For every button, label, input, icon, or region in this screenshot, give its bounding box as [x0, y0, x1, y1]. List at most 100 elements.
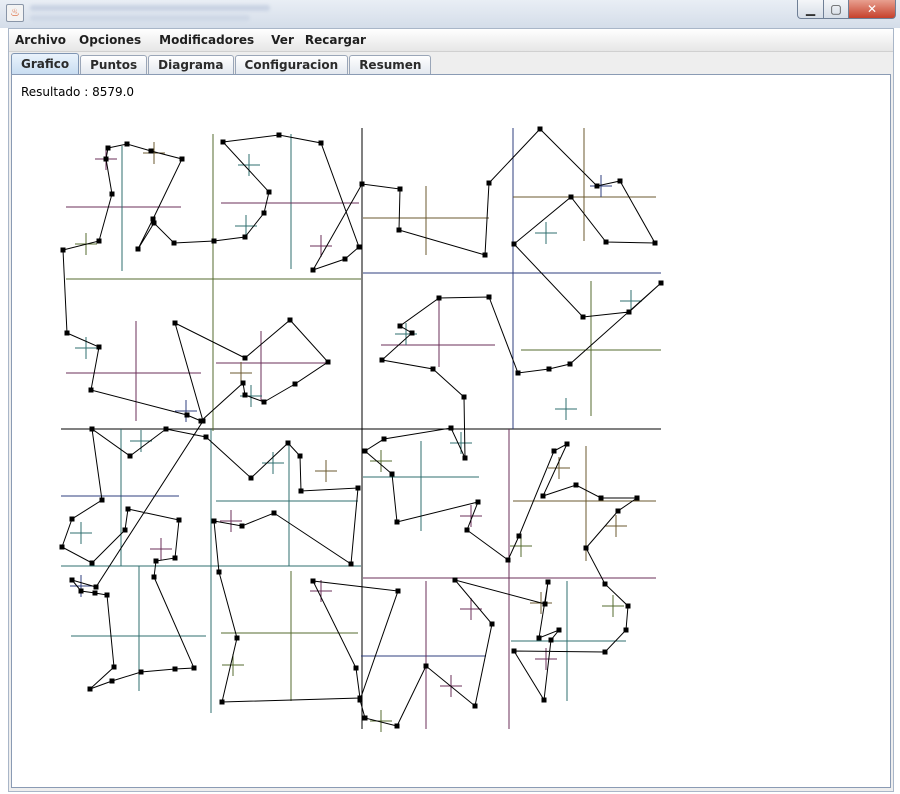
route-point-106	[172, 555, 178, 561]
route-point-98	[89, 426, 95, 432]
route-point-113	[87, 686, 93, 692]
route-point-20	[396, 227, 402, 233]
route-point-62	[625, 603, 631, 609]
route-point-137	[103, 156, 109, 162]
tab-diagrama[interactable]: Diagrama	[148, 55, 234, 74]
route-point-122	[242, 355, 248, 361]
route-point-87	[239, 523, 245, 529]
route-point-18	[359, 181, 365, 187]
route-point-125	[292, 381, 298, 387]
minimize-button[interactable]: ▁	[797, 0, 824, 19]
route-point-43	[462, 455, 468, 461]
route-point-48	[394, 519, 400, 525]
close-button[interactable]: ✕	[849, 0, 896, 19]
tab-puntos[interactable]: Puntos	[80, 55, 148, 74]
route-point-112	[109, 678, 115, 684]
route-point-52	[516, 533, 522, 539]
route-point-116	[92, 590, 98, 596]
route-point-41	[430, 366, 436, 372]
route-point-14	[318, 140, 324, 146]
menu-ver[interactable]: Ver	[266, 33, 299, 47]
menu-bar: Archivo Opciones Modificadores Ver Recar…	[9, 29, 893, 52]
maximize-button[interactable]: ▢	[824, 0, 849, 19]
route-point-6	[151, 220, 157, 226]
window-client-area: Archivo Opciones Modificadores Ver Recar…	[8, 28, 894, 792]
route-point-42	[461, 394, 467, 400]
route-point-54	[564, 441, 570, 447]
tab-strip: Grafico Puntos Diagrama Configuracion Re…	[11, 53, 432, 74]
route-point-129	[198, 418, 204, 424]
java-cup-icon: ♨	[6, 4, 24, 22]
route-point-65	[511, 648, 517, 654]
route-point-23	[537, 126, 543, 132]
route-point-76	[394, 723, 400, 729]
route-point-85	[216, 569, 222, 575]
route-point-67	[548, 637, 554, 643]
route-point-40	[379, 357, 385, 363]
route-point-108	[151, 574, 157, 580]
route-point-138	[105, 145, 111, 151]
route-point-68	[556, 627, 562, 633]
route-point-2	[148, 148, 154, 154]
route-point-1	[124, 141, 130, 147]
menu-archivo[interactable]: Archivo	[10, 33, 71, 47]
route-point-44	[448, 425, 454, 431]
route-point-97	[127, 453, 133, 459]
route-point-12	[220, 139, 226, 145]
route-point-30	[580, 314, 586, 320]
route-point-9	[242, 234, 248, 240]
route-point-32	[658, 280, 664, 286]
route-point-66	[541, 697, 547, 703]
route-point-131	[88, 387, 94, 393]
route-point-72	[452, 577, 458, 583]
route-point-133	[64, 330, 70, 336]
menu-opciones[interactable]: Opciones	[74, 33, 146, 47]
route-point-11	[266, 189, 272, 195]
route-point-5	[135, 246, 141, 252]
route-point-73	[489, 621, 495, 627]
route-point-46	[362, 448, 368, 454]
route-point-126	[261, 399, 267, 405]
route-point-25	[617, 178, 623, 184]
menu-recargar[interactable]: Recargar	[300, 33, 371, 47]
route-point-47	[389, 471, 395, 477]
route-point-59	[615, 508, 621, 514]
route-point-95	[203, 434, 209, 440]
route-point-63	[623, 627, 629, 633]
route-point-88	[271, 510, 277, 516]
route-point-7	[171, 240, 177, 246]
route-point-50	[464, 527, 470, 533]
route-point-121	[172, 320, 178, 326]
route-point-75	[423, 663, 429, 669]
menu-modificadores[interactable]: Modificadores	[154, 33, 259, 47]
route-point-71	[542, 601, 548, 607]
route-point-86	[211, 518, 217, 524]
route-point-53	[551, 448, 557, 454]
route-point-123	[287, 317, 293, 323]
route-point-37	[436, 295, 442, 301]
route-point-13	[276, 132, 282, 138]
route-point-128	[240, 380, 246, 386]
tab-configuracion[interactable]: Configuracion	[234, 55, 349, 74]
window-title-bar[interactable]: ♨ ▁ ▢ ✕	[0, 0, 900, 28]
tab-resumen[interactable]: Resumen	[349, 55, 432, 74]
route-point-109	[191, 665, 197, 671]
route-point-45	[381, 436, 387, 442]
graph-panel: Resultado : 8579.0	[11, 74, 891, 788]
route-point-58	[634, 495, 640, 501]
route-point-100	[69, 516, 75, 522]
route-point-103	[122, 527, 128, 533]
route-point-90	[355, 485, 361, 491]
route-point-132	[96, 344, 102, 350]
route-point-124	[325, 359, 331, 365]
route-point-15	[356, 244, 362, 250]
window-controls: ▁ ▢ ✕	[797, 0, 896, 20]
route-point-81	[353, 665, 359, 671]
route-point-117	[78, 588, 84, 594]
tab-grafico[interactable]: Grafico	[11, 53, 80, 74]
route-point-135	[96, 238, 102, 244]
route-point-34	[546, 366, 552, 372]
route-point-77	[362, 715, 368, 721]
route-point-69	[536, 635, 542, 641]
route-point-93	[285, 440, 291, 446]
